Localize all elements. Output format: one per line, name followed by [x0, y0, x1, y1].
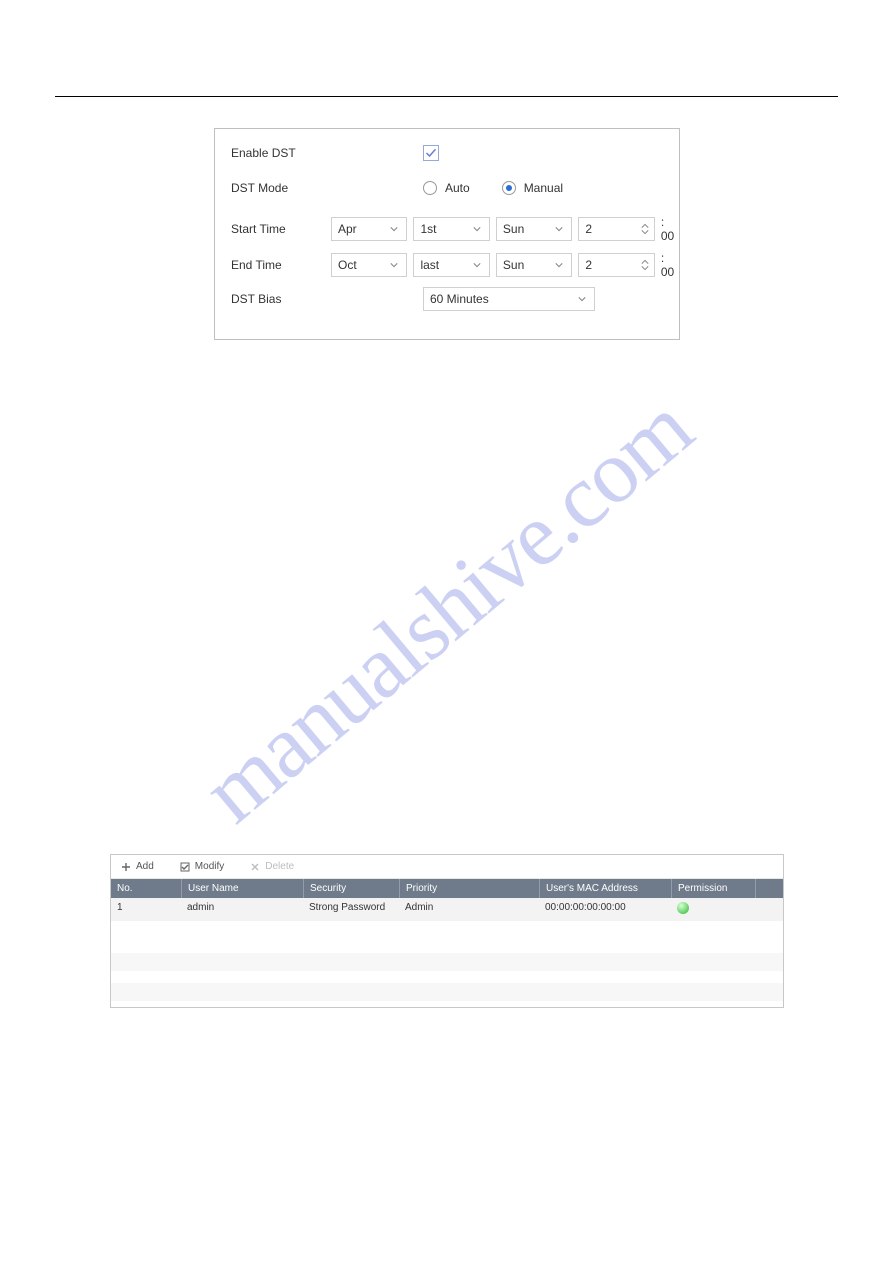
end-week-value: last: [420, 258, 439, 272]
delete-label: Delete: [265, 861, 294, 872]
cell-user: admin: [181, 898, 303, 921]
cell-mac: 00:00:00:00:00:00: [539, 898, 671, 921]
enable-dst-checkbox[interactable]: [423, 145, 439, 161]
modify-user-button[interactable]: Modify: [180, 861, 224, 872]
check-icon: [425, 147, 437, 159]
col-spacer: [755, 879, 783, 898]
dst-bias-value: 60 Minutes: [430, 292, 489, 306]
table-empty-area: [111, 921, 783, 947]
end-month-value: Oct: [338, 258, 357, 272]
start-week-select[interactable]: 1st: [413, 217, 489, 241]
end-hour-spinner[interactable]: 2: [578, 253, 654, 277]
table-stripe: [111, 983, 783, 1001]
dst-mode-manual-radio[interactable]: Manual: [502, 181, 563, 195]
permission-ok-icon: [677, 902, 689, 914]
end-time-group: Oct last Sun 2 : 0: [331, 251, 680, 279]
delete-icon: [250, 862, 260, 872]
start-minute-suffix: : 00: [661, 215, 681, 243]
dst-bias-select[interactable]: 60 Minutes: [423, 287, 595, 311]
start-day-value: Sun: [503, 222, 524, 236]
radio-icon: [502, 181, 516, 195]
col-security: Security: [303, 879, 399, 898]
edit-icon: [180, 862, 190, 872]
chevron-down-icon: [469, 254, 485, 276]
start-time-label: Start Time: [231, 222, 331, 236]
user-table-header: No. User Name Security Priority User's M…: [111, 879, 783, 898]
col-no: No.: [111, 879, 181, 898]
radio-icon: [423, 181, 437, 195]
start-time-group: Apr 1st Sun 2 : 00: [331, 215, 680, 243]
dst-mode-auto-label: Auto: [445, 181, 470, 195]
chevron-down-icon: [551, 254, 567, 276]
col-priority: Priority: [399, 879, 539, 898]
end-week-select[interactable]: last: [413, 253, 489, 277]
cell-priority: Admin: [399, 898, 539, 921]
col-user-name: User Name: [181, 879, 303, 898]
start-hour-spinner[interactable]: 2: [578, 217, 654, 241]
col-mac: User's MAC Address: [539, 879, 671, 898]
end-time-label: End Time: [231, 258, 331, 272]
table-row[interactable]: 1 admin Strong Password Admin 00:00:00:0…: [111, 898, 783, 921]
chevron-down-icon: [574, 288, 590, 310]
plus-icon: [121, 862, 131, 872]
spinner-icon: [638, 218, 652, 240]
user-toolbar: Add Modify Delete: [111, 855, 783, 879]
dst-bias-label: DST Bias: [231, 292, 331, 306]
table-stripe: [111, 953, 783, 971]
enable-dst-label: Enable DST: [231, 146, 331, 160]
dst-settings-panel: Enable DST DST Mode Auto Manual Start: [214, 128, 680, 340]
col-permission: Permission: [671, 879, 755, 898]
watermark-text: manualshive.com: [183, 377, 711, 843]
spinner-icon: [638, 254, 652, 276]
start-week-value: 1st: [420, 222, 436, 236]
start-day-select[interactable]: Sun: [496, 217, 572, 241]
cell-security: Strong Password: [303, 898, 399, 921]
cell-no: 1: [111, 898, 181, 921]
end-hour-value: 2: [585, 258, 592, 272]
end-day-value: Sun: [503, 258, 524, 272]
page-top-rule: [55, 96, 838, 97]
add-label: Add: [136, 861, 154, 872]
end-day-select[interactable]: Sun: [496, 253, 572, 277]
chevron-down-icon: [551, 218, 567, 240]
modify-label: Modify: [195, 861, 224, 872]
chevron-down-icon: [386, 218, 402, 240]
start-month-value: Apr: [338, 222, 357, 236]
start-month-select[interactable]: Apr: [331, 217, 407, 241]
user-management-panel: Add Modify Delete No. User Name Security…: [110, 854, 784, 1008]
end-minute-suffix: : 00: [661, 251, 681, 279]
dst-mode-label: DST Mode: [231, 181, 331, 195]
cell-spacer: [755, 898, 783, 921]
chevron-down-icon: [386, 254, 402, 276]
end-month-select[interactable]: Oct: [331, 253, 407, 277]
cell-permission: [671, 898, 755, 921]
dst-mode-manual-label: Manual: [524, 181, 563, 195]
add-user-button[interactable]: Add: [121, 861, 154, 872]
chevron-down-icon: [469, 218, 485, 240]
start-hour-value: 2: [585, 222, 592, 236]
dst-mode-auto-radio[interactable]: Auto: [423, 181, 470, 195]
delete-user-button[interactable]: Delete: [250, 861, 294, 872]
